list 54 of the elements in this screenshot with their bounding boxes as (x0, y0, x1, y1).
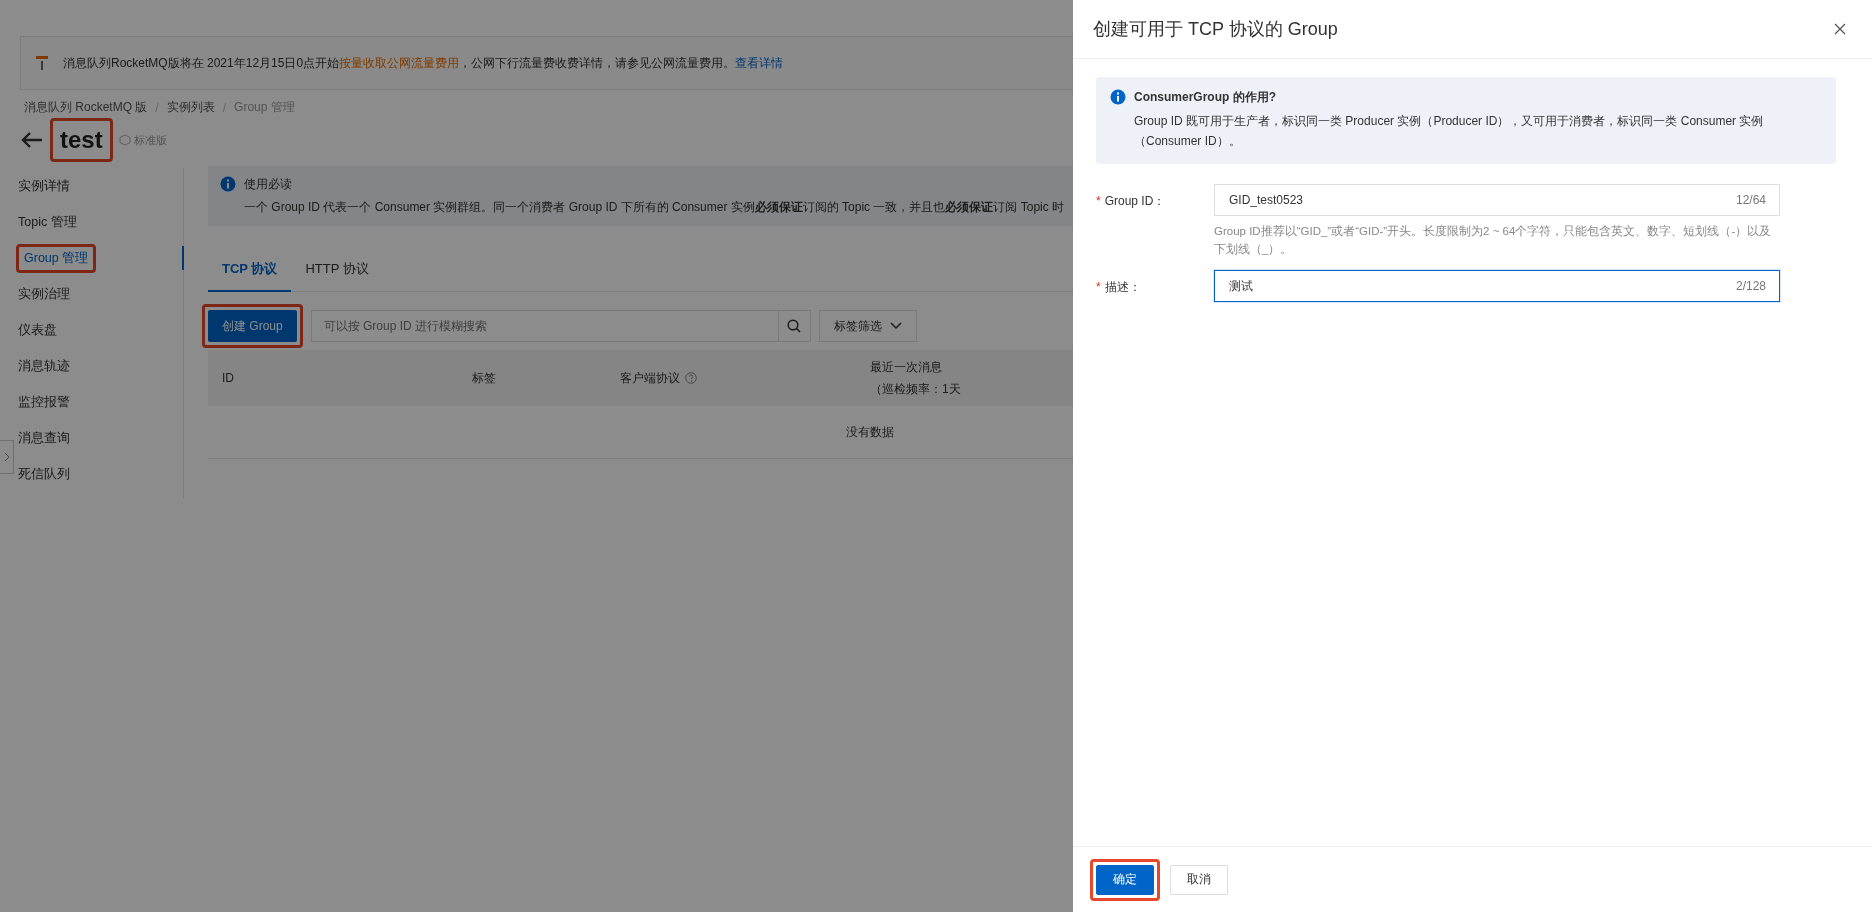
required-mark: * (1096, 193, 1101, 208)
protocol-tab[interactable]: TCP 协议 (208, 248, 292, 292)
info-text: Group ID 既可用于生产者，标识同一类 Producer 实例（Producer ID），又可用于消费者，标识同一类 Consumer 实例（Consumer ID）。 (1134, 113, 1765, 150)
sidebar-item[interactable]: 消息轨迹 (16, 357, 72, 375)
banner-message: 消息队列RocketMQ版将在 2021年12月15日0点开始按量收取公网流量费用，公网下行流量费收费详情，请参见公网流量费用。查看详情 (63, 54, 784, 72)
notice-icon (35, 55, 49, 71)
character-counter: 12/64 (1735, 192, 1766, 207)
empty-table-message: 没有数据 (846, 423, 894, 441)
character-counter: 2/128 (1735, 279, 1766, 294)
instance-title: test (59, 125, 104, 155)
close-icon (1834, 23, 1846, 35)
column-header: 客户端协议 (620, 369, 680, 387)
field-label: Group ID： (1104, 193, 1166, 208)
chevron-right-icon (3, 452, 10, 462)
column-header: 最近一次消息 (870, 358, 942, 376)
tag-filter-dropdown[interactable]: 标签筛选 (818, 310, 917, 342)
notice-text: 一个 Group ID 代表一个 Consumer 实例群组。同一个消费者 Group ID 下所有的 Consumer 实例必须保证订阅的 Topic 一致，并且也必须保证订阅 Topic 时 (244, 199, 1065, 216)
breadcrumb-separator: / (155, 100, 159, 115)
column-header: ID (222, 371, 234, 385)
help-icon (685, 372, 697, 384)
close-button[interactable] (1832, 21, 1848, 37)
column-subheader: （巡检频率：1天 (870, 380, 961, 398)
sidebar-item[interactable]: 消息查询 (16, 429, 72, 447)
sidebar-item[interactable]: Group 管理 (22, 249, 91, 267)
notice-title: 使用必读 (244, 176, 293, 193)
sidebar-item[interactable]: 监控报警 (16, 393, 72, 411)
cancel-button[interactable]: 取消 (1170, 864, 1228, 895)
details-link[interactable]: 查看详情 (735, 55, 784, 70)
column-header: 标签 (472, 369, 496, 387)
breadcrumb-link[interactable]: 实例列表 (166, 99, 215, 116)
sidebar-toggle[interactable] (0, 440, 14, 474)
search-button[interactable] (778, 310, 811, 342)
field-hint: Group ID推荐以“GID_”或者“GID-”开头。长度限制为2 ~ 64个字符，只能包含英文、数字、短划线（-）以及下划线（_）。 (1214, 223, 1773, 257)
create-group-button[interactable]: 创建 Group (208, 310, 297, 342)
chevron-down-icon (889, 322, 902, 330)
search-field[interactable]: 可以按 Group ID 进行模糊搜索 (310, 310, 779, 342)
info-icon (1110, 89, 1126, 105)
required-mark: * (1096, 280, 1101, 295)
sidebar-item[interactable]: Topic 管理 (16, 213, 79, 231)
drawer-title: 创建可用于 TCP 协议的 Group (1093, 18, 1338, 41)
sidebar-item[interactable]: 实例治理 (16, 285, 72, 303)
breadcrumb-separator: / (222, 100, 227, 115)
breadcrumb-link[interactable]: 消息队列 RocketMQ 版 (24, 99, 148, 116)
search-icon (787, 319, 802, 333)
cube-icon (118, 134, 131, 146)
back-arrow-icon[interactable] (20, 130, 44, 150)
sidebar-item[interactable]: 实例详情 (16, 177, 72, 195)
confirm-button[interactable]: 确定 (1096, 864, 1154, 895)
info-title: ConsumerGroup 的作用? (1134, 89, 1277, 106)
field-label: 描述： (1104, 280, 1141, 295)
sidebar-item[interactable]: 死信队列 (16, 465, 72, 483)
sidebar-item[interactable]: 仪表盘 (16, 321, 59, 339)
protocol-tab[interactable]: HTTP 协议 (291, 248, 383, 292)
info-icon (220, 176, 236, 192)
